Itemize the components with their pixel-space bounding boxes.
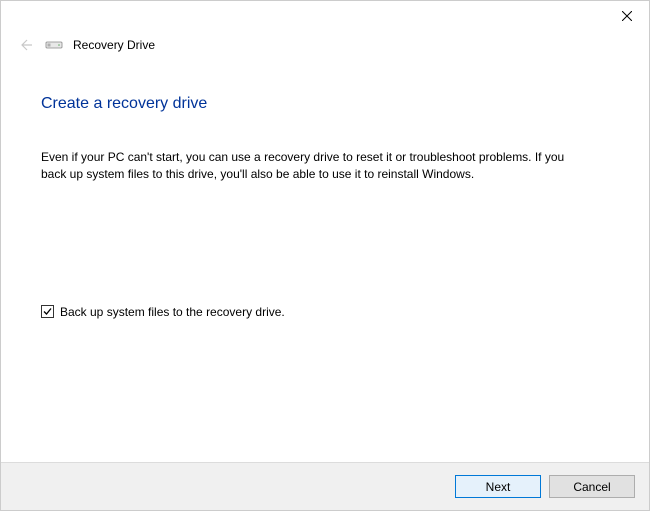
checkmark-icon bbox=[42, 306, 53, 317]
backup-checkbox[interactable] bbox=[41, 305, 54, 318]
header-row: Recovery Drive bbox=[1, 31, 649, 55]
backup-checkbox-row[interactable]: Back up system files to the recovery dri… bbox=[41, 305, 609, 319]
recovery-drive-icon bbox=[45, 38, 63, 52]
titlebar bbox=[1, 1, 649, 31]
content-area: Create a recovery drive Even if your PC … bbox=[1, 55, 649, 319]
close-icon bbox=[622, 11, 632, 21]
backup-checkbox-label: Back up system files to the recovery dri… bbox=[60, 305, 285, 319]
page-heading: Create a recovery drive bbox=[41, 95, 609, 113]
window-title: Recovery Drive bbox=[73, 38, 155, 52]
back-arrow-icon bbox=[17, 37, 33, 53]
back-button bbox=[15, 35, 35, 55]
description-text: Even if your PC can't start, you can use… bbox=[41, 149, 581, 183]
footer: Next Cancel bbox=[1, 462, 649, 510]
next-button[interactable]: Next bbox=[455, 475, 541, 498]
cancel-button[interactable]: Cancel bbox=[549, 475, 635, 498]
close-button[interactable] bbox=[604, 1, 649, 30]
